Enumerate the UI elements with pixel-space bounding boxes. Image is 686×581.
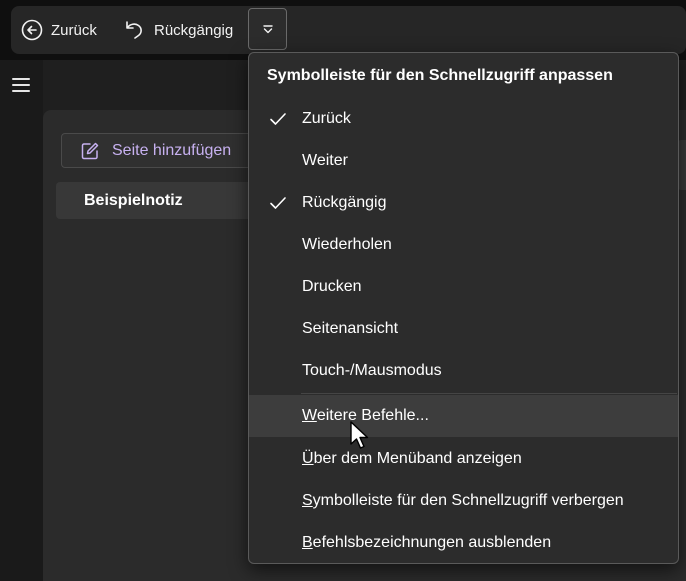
customize-toolbar-dropdown-button[interactable] [248,8,287,50]
menu-item-label: Wiederholen [302,236,392,253]
back-button[interactable]: Zurück [21,12,97,48]
hamburger-menu-icon[interactable] [12,76,32,92]
menu-item-touch-mouse-mode[interactable]: Touch-/Mausmodus [249,350,678,392]
chevron-down-icon [262,25,273,34]
menu-item-label: Touch-/Mausmodus [302,362,442,379]
customize-quick-access-menu: Symbolleiste für den Schnellzugriff anpa… [248,52,679,564]
add-page-button[interactable]: Seite hinzufügen [61,133,261,168]
menu-item-print[interactable]: Drucken [249,266,678,308]
menu-item-forward[interactable]: Weiter [249,140,678,182]
arrow-left-circle-icon [21,19,43,41]
undo-icon [126,21,142,39]
menu-item-label: Rückgängig [302,194,387,211]
page-title: Beispielnotiz [84,191,183,209]
menu-item-hide-toolbar[interactable]: Symbolleiste für den Schnellzugriff verb… [249,480,678,522]
scrollbar-edge [678,140,686,190]
undo-label: Rückgängig [154,21,234,39]
undo-button[interactable]: Rückgängig [122,12,233,48]
menu-separator [301,393,677,394]
page-list-item[interactable]: Beispielnotiz [56,182,256,219]
menu-item-hide-command-labels[interactable]: Befehlsbezeichnungen ausblenden [249,522,678,564]
menu-item-label: Zurück [302,110,351,127]
menu-item-label: Drucken [302,278,362,295]
navigation-strip [0,60,43,581]
menu-item-undo[interactable]: Rückgängig [249,182,678,224]
menu-item-back[interactable]: Zurück [249,98,678,140]
menu-item-label: Weiter [302,152,348,169]
checkmark-icon [270,197,286,209]
add-page-label: Seite hinzufügen [112,141,232,159]
checkmark-icon [270,113,286,125]
menu-item-more-commands[interactable]: Weitere Befehle... [249,395,678,437]
menu-item-label: Über dem Menüband anzeigen [302,450,522,467]
menu-item-page-view[interactable]: Seitenansicht [249,308,678,350]
mouse-cursor-icon [350,421,369,449]
menu-title: Symbolleiste für den Schnellzugriff anpa… [267,67,613,84]
compose-icon [81,142,99,159]
menu-item-label: Befehlsbezeichnungen ausblenden [302,534,552,551]
menu-item-redo[interactable]: Wiederholen [249,224,678,266]
quick-access-toolbar: Zurück Rückgängig [11,6,686,54]
menu-item-label: Symbolleiste für den Schnellzugriff verb… [302,492,624,509]
menu-item-label: Seitenansicht [302,320,399,337]
menu-item-show-above-ribbon[interactable]: Über dem Menüband anzeigen [249,438,678,480]
back-label: Zurück [51,21,97,39]
